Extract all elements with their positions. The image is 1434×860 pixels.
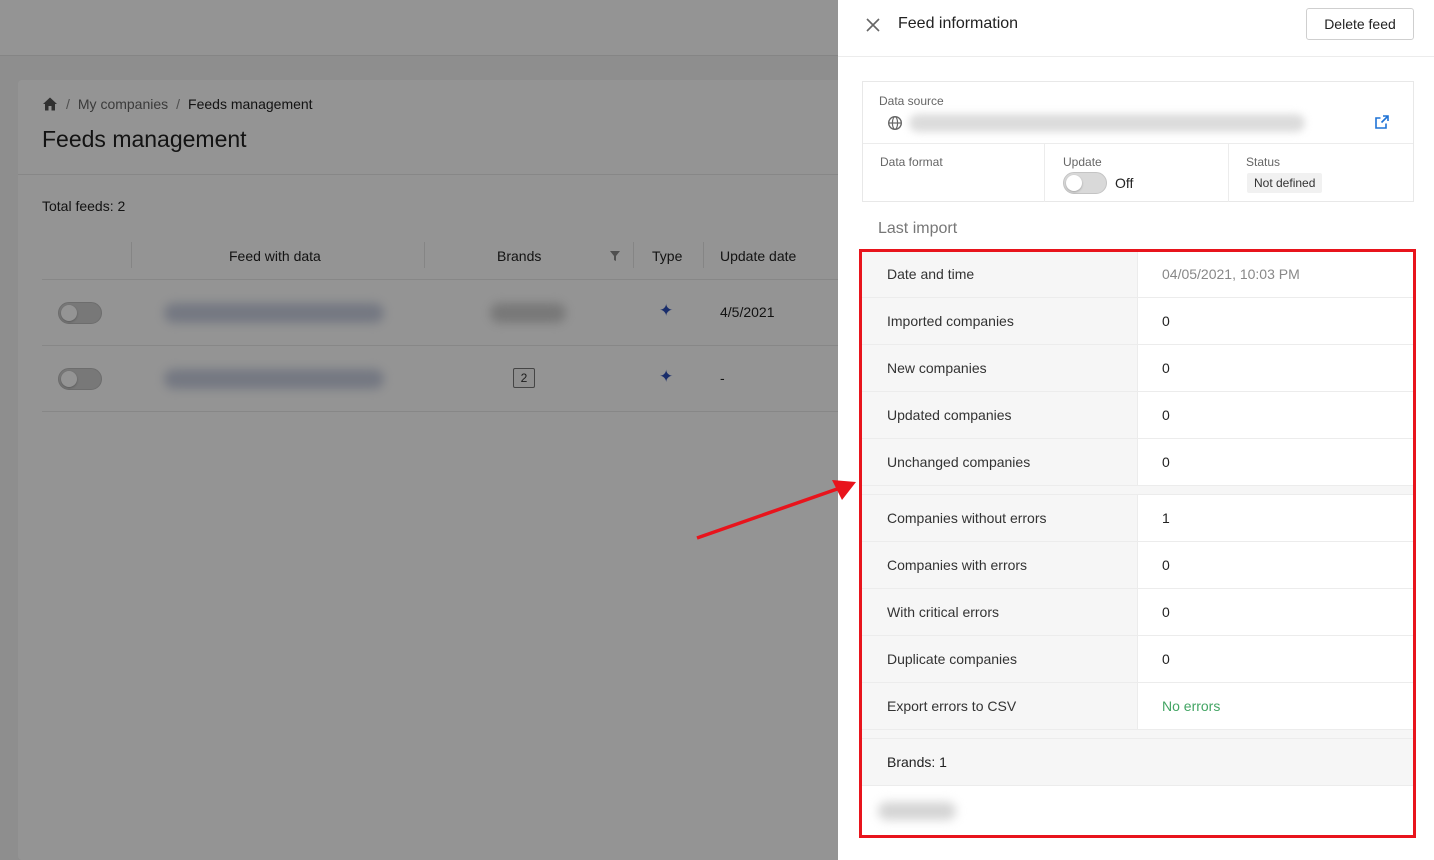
stat-value: 04/05/2021, 10:03 PM [1162, 266, 1300, 282]
stat-label: Export errors to CSV [862, 683, 1138, 729]
stat-value: 0 [1162, 604, 1170, 620]
stat-label: With critical errors [862, 589, 1138, 635]
stat-row: With critical errors 0 [862, 589, 1414, 636]
external-link-icon[interactable] [1374, 114, 1390, 130]
divider [863, 143, 1413, 144]
stat-row: New companies 0 [862, 345, 1414, 392]
status-badge: Not defined [1247, 173, 1323, 193]
export-errors-link[interactable]: No errors [1138, 683, 1220, 729]
close-icon[interactable] [864, 16, 882, 34]
update-state: Off [1115, 175, 1134, 191]
stat-row: Updated companies 0 [862, 392, 1414, 439]
feed-information-drawer: Feed information Delete feed Data source… [838, 0, 1434, 860]
update-toggle[interactable] [1063, 172, 1107, 194]
stat-value: 0 [1162, 651, 1170, 667]
delete-feed-button[interactable]: Delete feed [1306, 8, 1414, 40]
drawer-title: Feed information [898, 15, 1019, 32]
update-label: Update [1063, 155, 1102, 169]
globe-icon [887, 115, 903, 131]
divider [1228, 143, 1229, 202]
stat-row: Companies with errors 0 [862, 542, 1414, 589]
stat-row: Imported companies 0 [862, 298, 1414, 345]
section-gap [862, 730, 1414, 739]
stat-value: 0 [1162, 313, 1170, 329]
status-label: Status [1246, 155, 1281, 169]
drawer-header: Feed information Delete feed [838, 0, 1434, 57]
stat-label: Companies with errors [862, 542, 1138, 588]
stat-row: Duplicate companies 0 [862, 636, 1414, 683]
divider [1044, 143, 1045, 202]
stat-row: Companies without errors 1 [862, 495, 1414, 542]
stat-label: Unchanged companies [862, 439, 1138, 485]
section-gap [862, 486, 1414, 495]
stat-row: Export errors to CSV No errors [862, 683, 1414, 730]
data-format-label: Data format [880, 155, 943, 169]
stat-label: New companies [862, 345, 1138, 391]
feed-info-box: Data source Data format Update Off Statu… [862, 81, 1414, 202]
data-source-label: Data source [879, 94, 944, 108]
stat-row: Date and time 04/05/2021, 10:03 PM [862, 251, 1414, 298]
last-import-heading: Last import [878, 220, 958, 237]
brand-name-redacted [878, 802, 956, 820]
stat-value: 0 [1162, 407, 1170, 423]
modal-backdrop[interactable] [0, 0, 838, 860]
stat-label: Updated companies [862, 392, 1138, 438]
data-source-url-redacted [909, 114, 1305, 132]
stat-value: 1 [1162, 510, 1170, 526]
stat-value: 0 [1162, 360, 1170, 376]
stat-value: 0 [1162, 557, 1170, 573]
stat-label: Companies without errors [862, 495, 1138, 541]
stat-value: 0 [1162, 454, 1170, 470]
stat-label: Date and time [862, 251, 1138, 297]
stat-label: Imported companies [862, 298, 1138, 344]
stat-row: Unchanged companies 0 [862, 439, 1414, 486]
last-import-stats: Date and time 04/05/2021, 10:03 PM Import… [862, 251, 1414, 786]
stat-label: Duplicate companies [862, 636, 1138, 682]
brands-count: Brands: 1 [862, 739, 1414, 786]
